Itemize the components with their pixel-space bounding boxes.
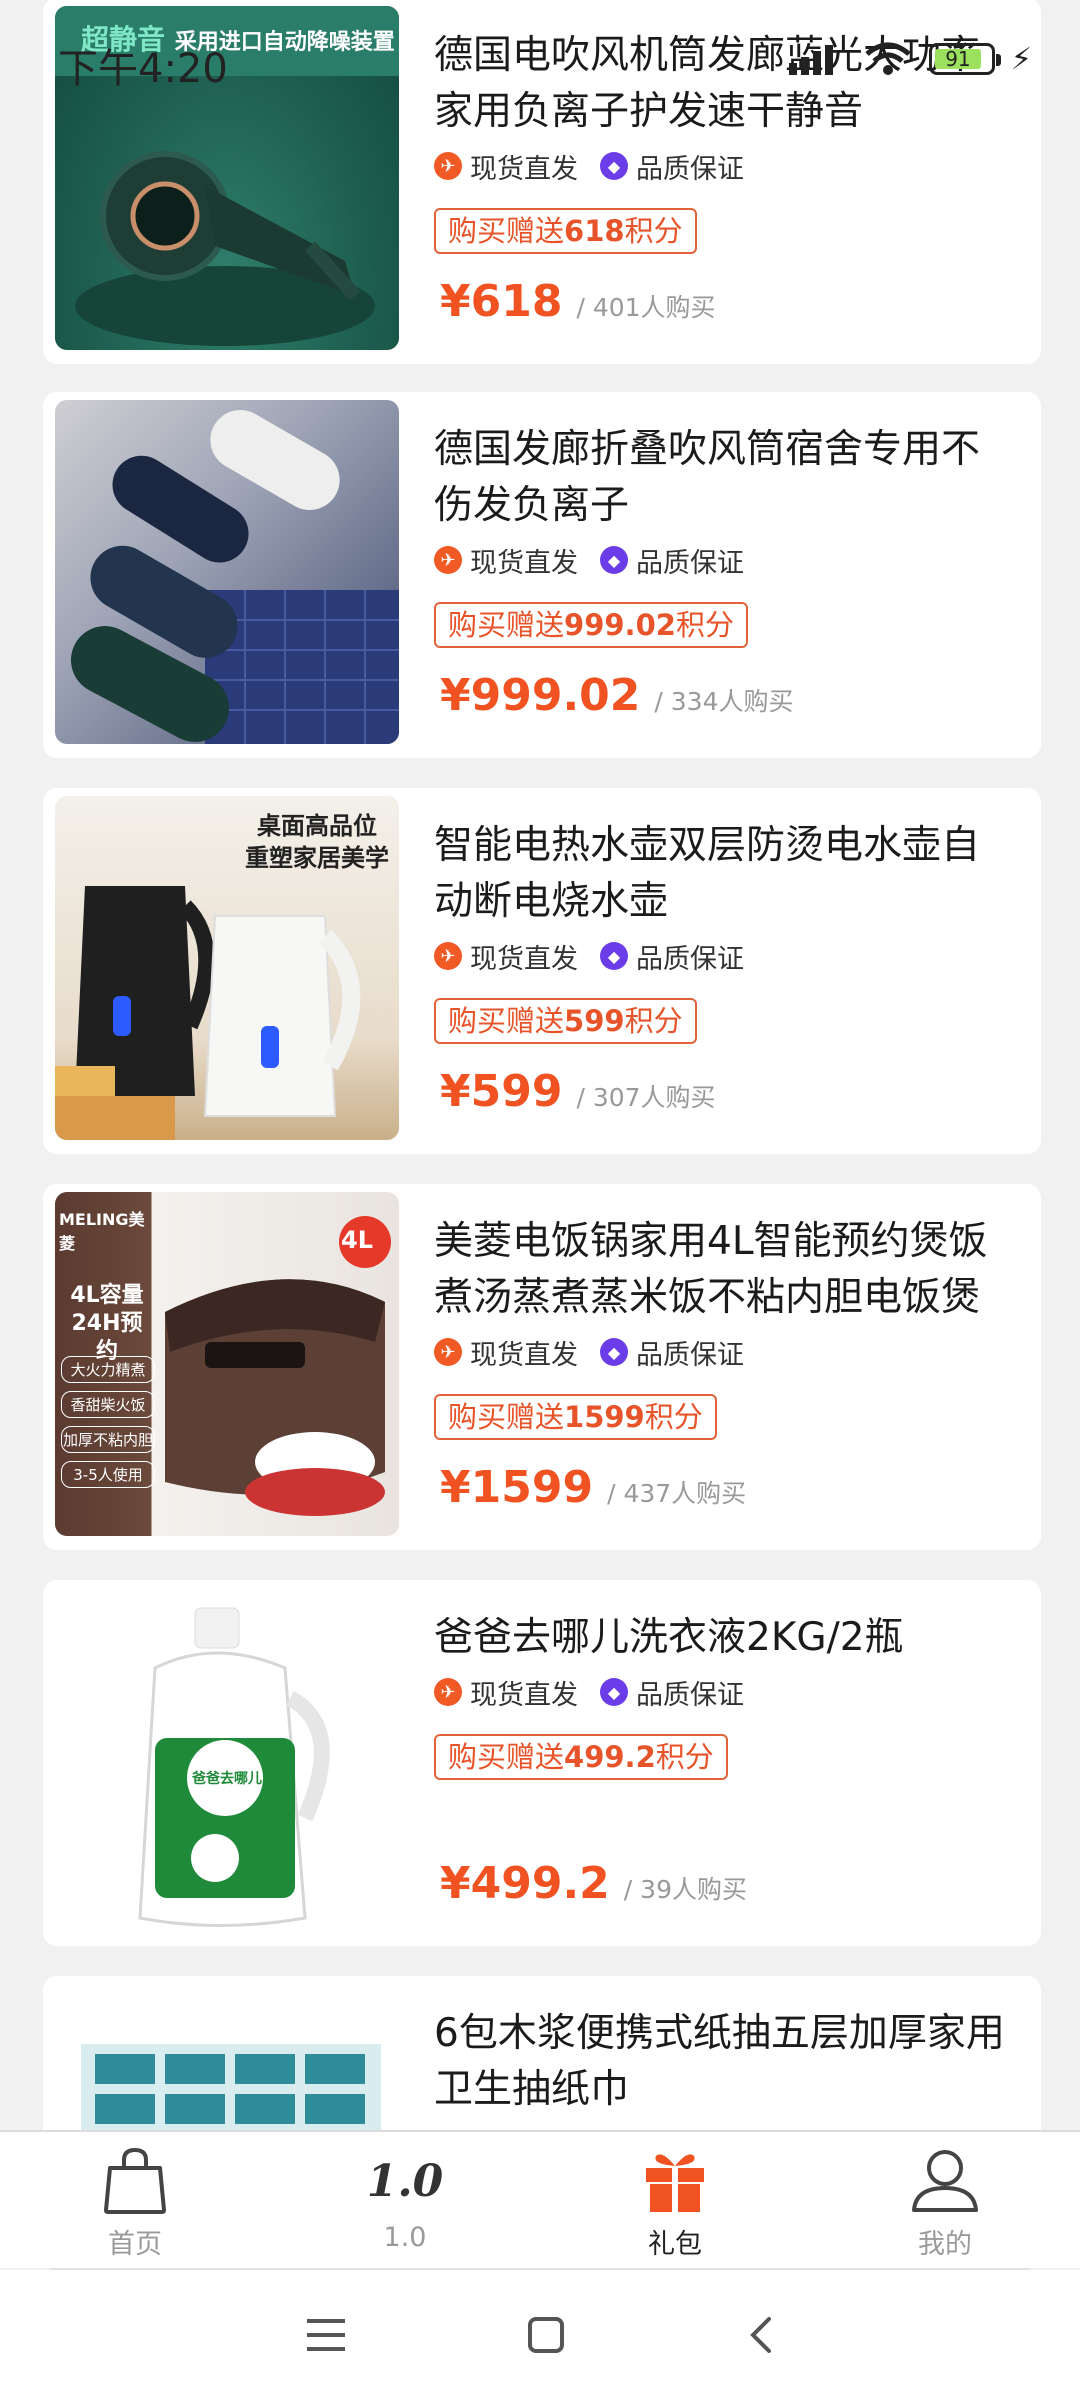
price-row: ¥499.2 / 39人购买	[440, 1858, 747, 1909]
product-price: ¥499.2	[440, 1858, 610, 1909]
nav-item-home[interactable]: 首页	[0, 2132, 270, 2268]
sold-count: / 39人购买	[623, 1875, 747, 1904]
shopping-bag-icon	[104, 2147, 166, 2214]
tag-quality: ◆ 品质保证	[600, 147, 744, 186]
price-row: ¥1599 / 437人购买	[440, 1462, 746, 1513]
feature-chip: 加厚不粘内胆	[61, 1426, 155, 1453]
bottom-nav: 首页 1.0 1.0 礼包 我的	[0, 2130, 1080, 2268]
product-tags: ✈ 现货直发 ◆ 品质保证	[434, 1672, 1005, 1712]
image-caption-title: 爸爸去哪儿	[192, 1771, 262, 1787]
product-tags: ✈ 现货直发 ◆ 品质保证	[434, 146, 1005, 186]
folding-dryer-image	[70, 410, 399, 744]
nav-label-gift: 礼包	[648, 2229, 702, 2260]
tag-quality: ◆ 品质保证	[600, 1673, 744, 1712]
feature-chip: 大火力精煮	[61, 1356, 155, 1383]
nav-label-version: 1.0	[383, 2222, 427, 2253]
plane-icon: ✈	[434, 546, 462, 574]
sold-count: / 437人购买	[607, 1479, 747, 1508]
diamond-icon: ◆	[600, 1678, 628, 1706]
product-image[interactable]: 桌面高品位 重塑家居美学	[55, 796, 399, 1140]
detergent-bottle-image	[138, 1607, 330, 1927]
product-tags: ✈ 现货直发 ◆ 品质保证	[434, 936, 1005, 976]
sold-count: / 307人购买	[576, 1083, 716, 1112]
points-badge: 购买赠送999.02积分	[434, 602, 748, 648]
menu-icon[interactable]	[305, 2317, 347, 2353]
nav-label-home: 首页	[108, 2229, 162, 2260]
feature-chip: 3-5人使用	[61, 1461, 155, 1488]
points-badge: 购买赠送599积分	[434, 998, 697, 1044]
tag-in-stock: ✈ 现货直发	[434, 147, 578, 186]
image-caption-subtitle: 重塑家居美学	[245, 844, 389, 872]
back-icon[interactable]	[745, 2315, 775, 2355]
gift-icon	[646, 2154, 704, 2212]
home-square-icon[interactable]	[527, 2316, 565, 2354]
product-price: ¥599	[440, 1066, 563, 1117]
version-logo-icon: 1.0	[366, 2155, 444, 2207]
product-tags: ✈ 现货直发 ◆ 品质保证	[434, 1332, 1005, 1372]
tissue-pack-image	[81, 2044, 381, 2130]
sold-count: / 401人购买	[576, 293, 716, 322]
diamond-icon: ◆	[600, 546, 628, 574]
price-row: ¥618 / 401人购买	[440, 276, 716, 327]
tag-in-stock: ✈ 现货直发	[434, 1673, 578, 1712]
plane-icon: ✈	[434, 1678, 462, 1706]
product-price: ¥618	[440, 276, 563, 327]
image-caption-title: 桌面高品位	[257, 812, 377, 840]
capacity-badge: 4L	[341, 1226, 373, 1254]
product-image[interactable]: 4L MELING美菱 4L容量 24H预约 大火力精煮 香甜柴火饭 加厚不粘内…	[55, 1192, 399, 1536]
tag-quality: ◆ 品质保证	[600, 541, 744, 580]
product-title[interactable]: 智能电热水壶双层防烫电水壶自动断电烧水壶	[434, 818, 1005, 930]
plane-icon: ✈	[434, 152, 462, 180]
nav-label-profile: 我的	[918, 2229, 972, 2260]
user-icon	[912, 2150, 978, 2212]
sold-count: / 334人购买	[654, 687, 794, 716]
tag-quality: ◆ 品质保证	[600, 937, 744, 976]
product-feed[interactable]: 超静音 采用进口自动降噪装置 德国电吹风机筒发廊蓝光大功率家用负离子护发速干静音…	[0, 0, 1080, 2130]
price-row: ¥599 / 307人购买	[440, 1066, 716, 1117]
product-image[interactable]: 爸爸去哪儿	[55, 1588, 399, 1932]
product-title[interactable]: 德国发廊折叠吹风筒宿舍专用不伤发负离子	[434, 422, 1005, 534]
points-badge: 购买赠送499.2积分	[434, 1734, 728, 1780]
tag-quality: ◆ 品质保证	[600, 1333, 744, 1372]
product-image[interactable]: 超静音 采用进口自动降噪装置	[55, 6, 399, 350]
plane-icon: ✈	[434, 942, 462, 970]
product-card[interactable]: 4L MELING美菱 4L容量 24H预约 大火力精煮 香甜柴火饭 加厚不粘内…	[43, 1184, 1041, 1550]
feature-chip: 香甜柴火饭	[61, 1391, 155, 1418]
price-row: ¥999.02 / 334人购买	[440, 670, 794, 721]
nav-item-version[interactable]: 1.0 1.0	[270, 2132, 540, 2268]
product-card[interactable]: 爸爸去哪儿 爸爸去哪儿洗衣液2KG/2瓶 ✈ 现货直发 ◆ 品质保证 购买赠送499…	[43, 1580, 1041, 1946]
tag-in-stock: ✈ 现货直发	[434, 541, 578, 580]
product-image[interactable]	[55, 1984, 399, 2130]
points-badge: 购买赠送1599积分	[434, 1394, 717, 1440]
points-badge: 购买赠送618积分	[434, 208, 697, 254]
plane-icon: ✈	[434, 1338, 462, 1366]
product-title[interactable]: 6包木浆便携式纸抽五层加厚家用卫生抽纸巾	[434, 2006, 1005, 2118]
image-caption-subtitle: 采用进口自动降噪装置	[174, 30, 395, 55]
product-title[interactable]: 美菱电饭锅家用4L智能预约煲饭煮汤蒸煮蒸米饭不粘内胆电饭煲	[434, 1214, 1005, 1326]
product-tags: ✈ 现货直发 ◆ 品质保证	[434, 540, 1005, 580]
product-card[interactable]: 德国发廊折叠吹风筒宿舍专用不伤发负离子 ✈ 现货直发 ◆ 品质保证 购买赠送999.…	[43, 392, 1041, 758]
diamond-icon: ◆	[600, 152, 628, 180]
image-caption-title: 4L容量	[70, 1283, 144, 1308]
product-title[interactable]: 德国电吹风机筒发廊蓝光大功率家用负离子护发速干静音	[434, 28, 1005, 140]
product-price: ¥1599	[440, 1462, 594, 1513]
nav-item-profile[interactable]: 我的	[810, 2132, 1080, 2268]
system-nav-bar	[0, 2270, 1080, 2400]
tag-in-stock: ✈ 现货直发	[434, 1333, 578, 1372]
diamond-icon: ◆	[600, 1338, 628, 1366]
product-card[interactable]: 超静音 采用进口自动降噪装置 德国电吹风机筒发廊蓝光大功率家用负离子护发速干静音…	[43, 0, 1041, 364]
nav-item-gift[interactable]: 礼包	[540, 2132, 810, 2268]
tag-in-stock: ✈ 现货直发	[434, 937, 578, 976]
image-caption-title: 超静音	[81, 23, 166, 56]
product-title[interactable]: 爸爸去哪儿洗衣液2KG/2瓶	[434, 1610, 1005, 1666]
product-image[interactable]	[55, 400, 399, 744]
brand-logo: MELING美菱	[59, 1210, 145, 1253]
product-price: ¥999.02	[440, 670, 641, 721]
product-card[interactable]: 桌面高品位 重塑家居美学 智能电热水壶双层防烫电水壶自动断电烧水壶 ✈ 现货直发 …	[43, 788, 1041, 1154]
diamond-icon: ◆	[600, 942, 628, 970]
product-card[interactable]: 6包木浆便携式纸抽五层加厚家用卫生抽纸巾	[43, 1976, 1041, 2130]
